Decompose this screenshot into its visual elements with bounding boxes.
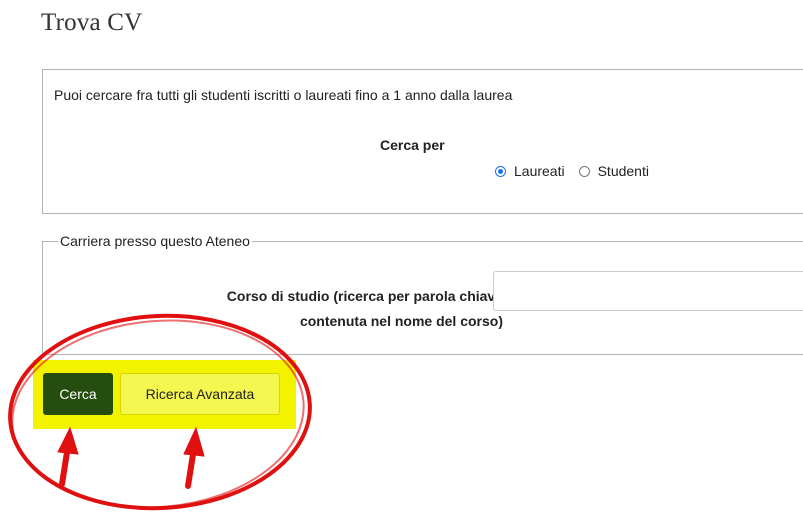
course-field-label: Corso di studio (ricerca per parola chia… (103, 284, 503, 334)
annotation-arrow-left (57, 426, 79, 487)
career-fieldset: Carriera presso questo Ateneo Corso di s… (42, 233, 803, 355)
radio-option-laureati[interactable]: Laureati (495, 163, 565, 179)
radio-studenti-label: Studenti (597, 163, 649, 179)
page-title: Trova CV (41, 9, 143, 36)
page: Trova CV Puoi cercare fra tutti gli stud… (0, 0, 803, 514)
course-field-label-line1: Corso di studio (ricerca per parola chia… (226, 288, 503, 304)
search-options-panel: Puoi cercare fra tutti gli studenti iscr… (42, 69, 803, 214)
career-legend: Carriera presso questo Ateneo (58, 233, 252, 249)
course-search-input[interactable] (493, 271, 803, 311)
search-button[interactable]: Cerca (43, 373, 113, 415)
radio-laureati-label: Laureati (514, 163, 565, 179)
annotation-arrow-right (183, 426, 205, 489)
search-intro-text: Puoi cercare fra tutti gli studenti iscr… (54, 87, 513, 103)
radio-option-studenti[interactable]: Studenti (578, 163, 649, 179)
radio-laureati[interactable] (495, 165, 506, 177)
search-type-label: Cerca per (380, 137, 445, 153)
radio-studenti[interactable] (578, 165, 590, 177)
search-type-radio-group: Laureati Studenti (495, 163, 663, 179)
course-field-label-line2: contenuta nel nome del corso) (299, 313, 503, 329)
advanced-search-button[interactable]: Ricerca Avanzata (120, 373, 280, 415)
